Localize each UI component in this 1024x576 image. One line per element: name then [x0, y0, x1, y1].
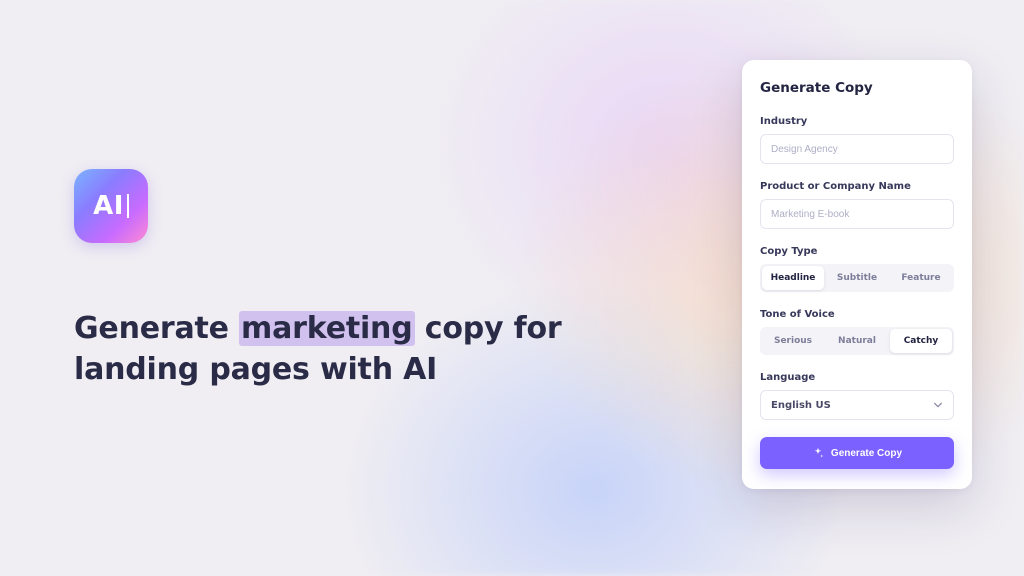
language-select[interactable]: English US: [760, 390, 954, 420]
language-label: Language: [760, 372, 954, 383]
sparkle-icon: [812, 447, 824, 459]
generate-panel: Generate Copy Industry Product or Compan…: [742, 60, 972, 489]
app-logo: AI: [74, 169, 148, 243]
cursor-icon: [127, 194, 129, 218]
industry-input[interactable]: [760, 134, 954, 164]
headline-pre: Generate: [74, 311, 239, 346]
tone-label: Tone of Voice: [760, 309, 954, 320]
generate-button[interactable]: Generate Copy: [760, 437, 954, 469]
headline-highlight: marketing: [239, 311, 414, 346]
chevron-down-icon: [933, 400, 943, 410]
tone-option-serious[interactable]: Serious: [762, 329, 824, 353]
page: AI Generate marketing copy for landing p…: [0, 0, 1024, 576]
product-input[interactable]: [760, 199, 954, 229]
product-field: Product or Company Name: [760, 181, 954, 229]
generate-button-label: Generate Copy: [831, 448, 902, 459]
copytype-label: Copy Type: [760, 246, 954, 257]
language-value: English US: [771, 400, 831, 411]
copytype-field: Copy Type Headline Subtitle Feature: [760, 246, 954, 292]
logo-label: AI: [93, 191, 124, 221]
copytype-segmented: Headline Subtitle Feature: [760, 264, 954, 292]
copytype-option-subtitle[interactable]: Subtitle: [826, 266, 888, 290]
copytype-option-feature[interactable]: Feature: [890, 266, 952, 290]
industry-label: Industry: [760, 116, 954, 127]
language-field: Language English US: [760, 372, 954, 420]
industry-field: Industry: [760, 116, 954, 164]
app-logo-text: AI: [93, 191, 129, 221]
tone-option-catchy[interactable]: Catchy: [890, 329, 952, 353]
hero-headline: Generate marketing copy for landing page…: [74, 309, 594, 390]
tone-option-natural[interactable]: Natural: [826, 329, 888, 353]
panel-title: Generate Copy: [760, 80, 954, 96]
copytype-option-headline[interactable]: Headline: [762, 266, 824, 290]
product-label: Product or Company Name: [760, 181, 954, 192]
hero-section: AI Generate marketing copy for landing p…: [74, 169, 594, 390]
tone-field: Tone of Voice Serious Natural Catchy: [760, 309, 954, 355]
tone-segmented: Serious Natural Catchy: [760, 327, 954, 355]
